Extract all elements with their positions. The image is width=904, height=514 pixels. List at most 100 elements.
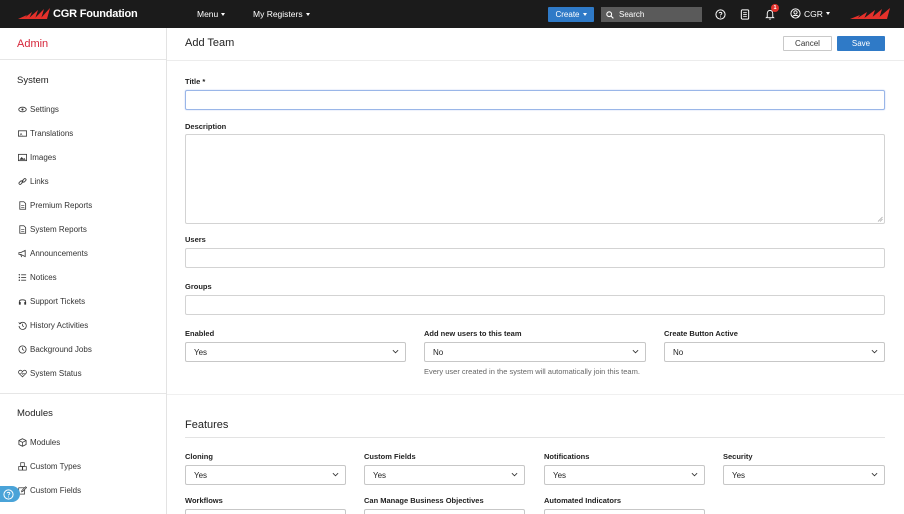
clock-icon [18,345,27,354]
sidebar-item-announcements[interactable]: Announcements [18,249,88,258]
cancel-button[interactable]: Cancel [783,36,832,51]
enabled-label: Enabled [185,329,215,338]
workflows-select[interactable] [185,509,346,514]
sidebar-item-label: Background Jobs [30,345,92,354]
sidebar-item-images[interactable]: Images [18,153,56,162]
create-button[interactable]: Create [548,7,594,22]
sidebar-divider [0,393,166,394]
security-select[interactable]: Yes [723,465,885,485]
create-button-active-select[interactable]: No [664,342,885,362]
user-label: CGR [804,8,823,19]
groups-input[interactable] [185,295,885,315]
search-icon [606,10,614,19]
caret-down-icon [221,12,226,16]
sidebar-item-label: Links [30,177,49,186]
features-heading: Features [185,419,229,431]
notification-badge: 1 [771,4,779,12]
sidebar-item-label: Support Tickets [30,297,86,306]
my-registers-dropdown[interactable]: My Registers [253,9,310,19]
header-divider [167,60,904,61]
sidebar-divider [0,59,166,60]
custom-fields-select[interactable]: Yes [364,465,525,485]
sidebar-item-custom-types[interactable]: Custom Types [18,462,81,471]
add-new-users-value: No [433,347,444,357]
sidebar-item-history-activities[interactable]: History Activities [18,321,88,330]
caret-down-icon [305,12,310,16]
help-fab-button[interactable] [0,486,20,502]
chevron-down-icon [632,349,639,354]
cubes-icon [18,462,27,471]
description-textarea[interactable] [185,134,885,224]
file-icon [19,201,27,210]
title-label: Title * [185,77,206,86]
notifications-select[interactable]: Yes [544,465,705,485]
sidebar-section-modules: Modules [17,408,53,419]
sidebar-item-label: Settings [30,105,59,114]
sidebar-item-settings[interactable]: Settings [18,105,59,114]
sidebar-section-system: System [17,75,49,86]
sidebar-item-premium-reports[interactable]: Premium Reports [18,201,92,210]
enabled-value: Yes [194,347,208,357]
search-input[interactable]: Search [601,7,702,22]
sidebar-item-label: Premium Reports [30,201,93,210]
chevron-down-icon [511,472,518,477]
save-button[interactable]: Save [837,36,885,51]
sidebar-item-custom-fields[interactable]: Custom Fields [18,486,81,495]
users-input[interactable] [185,248,885,268]
notifications-label: Notifications [544,452,590,461]
sidebar-item-label: Custom Fields [30,486,82,495]
sidebar-item-label: System Status [30,369,82,378]
user-circle-icon [790,8,801,19]
create-label: Create [555,10,580,19]
top-navbar: CGR Foundation Menu My Registers Create … [0,0,904,28]
brand-mark-icon [850,8,890,19]
sidebar-item-links[interactable]: Links [18,177,49,186]
add-new-users-label: Add new users to this team [424,329,522,338]
sidebar-item-system-reports[interactable]: System Reports [18,225,87,234]
user-menu[interactable]: CGR [790,8,830,19]
sidebar-item-translations[interactable]: A Translations [18,129,73,138]
automated-indicators-select[interactable] [544,509,705,514]
users-label: Users [185,235,206,244]
business-objectives-select[interactable] [364,509,525,514]
svg-text:A: A [20,131,23,136]
chevron-down-icon [332,472,339,477]
eye-icon [18,106,27,113]
sidebar-item-modules[interactable]: Modules [18,438,60,447]
book-icon[interactable] [739,8,751,20]
menu-dropdown[interactable]: Menu [197,9,226,19]
security-label: Security [723,452,753,461]
page-title: Add Team [185,37,235,49]
chevron-down-icon [392,349,399,354]
translate-icon: A [18,130,27,137]
sidebar-item-label: System Reports [30,225,87,234]
sidebar-item-support-tickets[interactable]: Support Tickets [18,297,85,306]
sidebar-item-notices[interactable]: Notices [18,273,57,282]
sidebar-item-label: Translations [30,129,74,138]
image-icon [18,153,27,162]
create-button-active-label: Create Button Active [664,329,738,338]
list-icon [18,274,27,281]
groups-label: Groups [185,282,212,291]
file-icon [19,225,27,234]
search-placeholder: Search [619,10,645,19]
heartbeat-icon [18,369,27,378]
brand-logo[interactable]: CGR Foundation [18,7,138,21]
title-input[interactable] [185,90,885,110]
custom-fields-value: Yes [373,470,387,480]
sidebar-item-system-status[interactable]: System Status [18,369,82,378]
help-circle-icon[interactable] [714,8,726,20]
headset-icon [18,299,27,305]
add-new-users-select[interactable]: No [424,342,646,362]
add-new-users-help: Every user created in the system will au… [424,367,640,376]
sidebar-item-label: History Activities [30,321,89,330]
admin-sidebar: Admin System Settings A Translations Ima… [0,28,167,514]
cloning-select[interactable]: Yes [185,465,346,485]
enabled-select[interactable]: Yes [185,342,406,362]
sidebar-item-background-jobs[interactable]: Background Jobs [18,345,92,354]
security-value: Yes [732,470,746,480]
brand-mark-icon [18,8,50,19]
cloning-label: Cloning [185,452,213,461]
chevron-down-icon [871,349,878,354]
resize-grip-icon[interactable] [877,216,883,222]
